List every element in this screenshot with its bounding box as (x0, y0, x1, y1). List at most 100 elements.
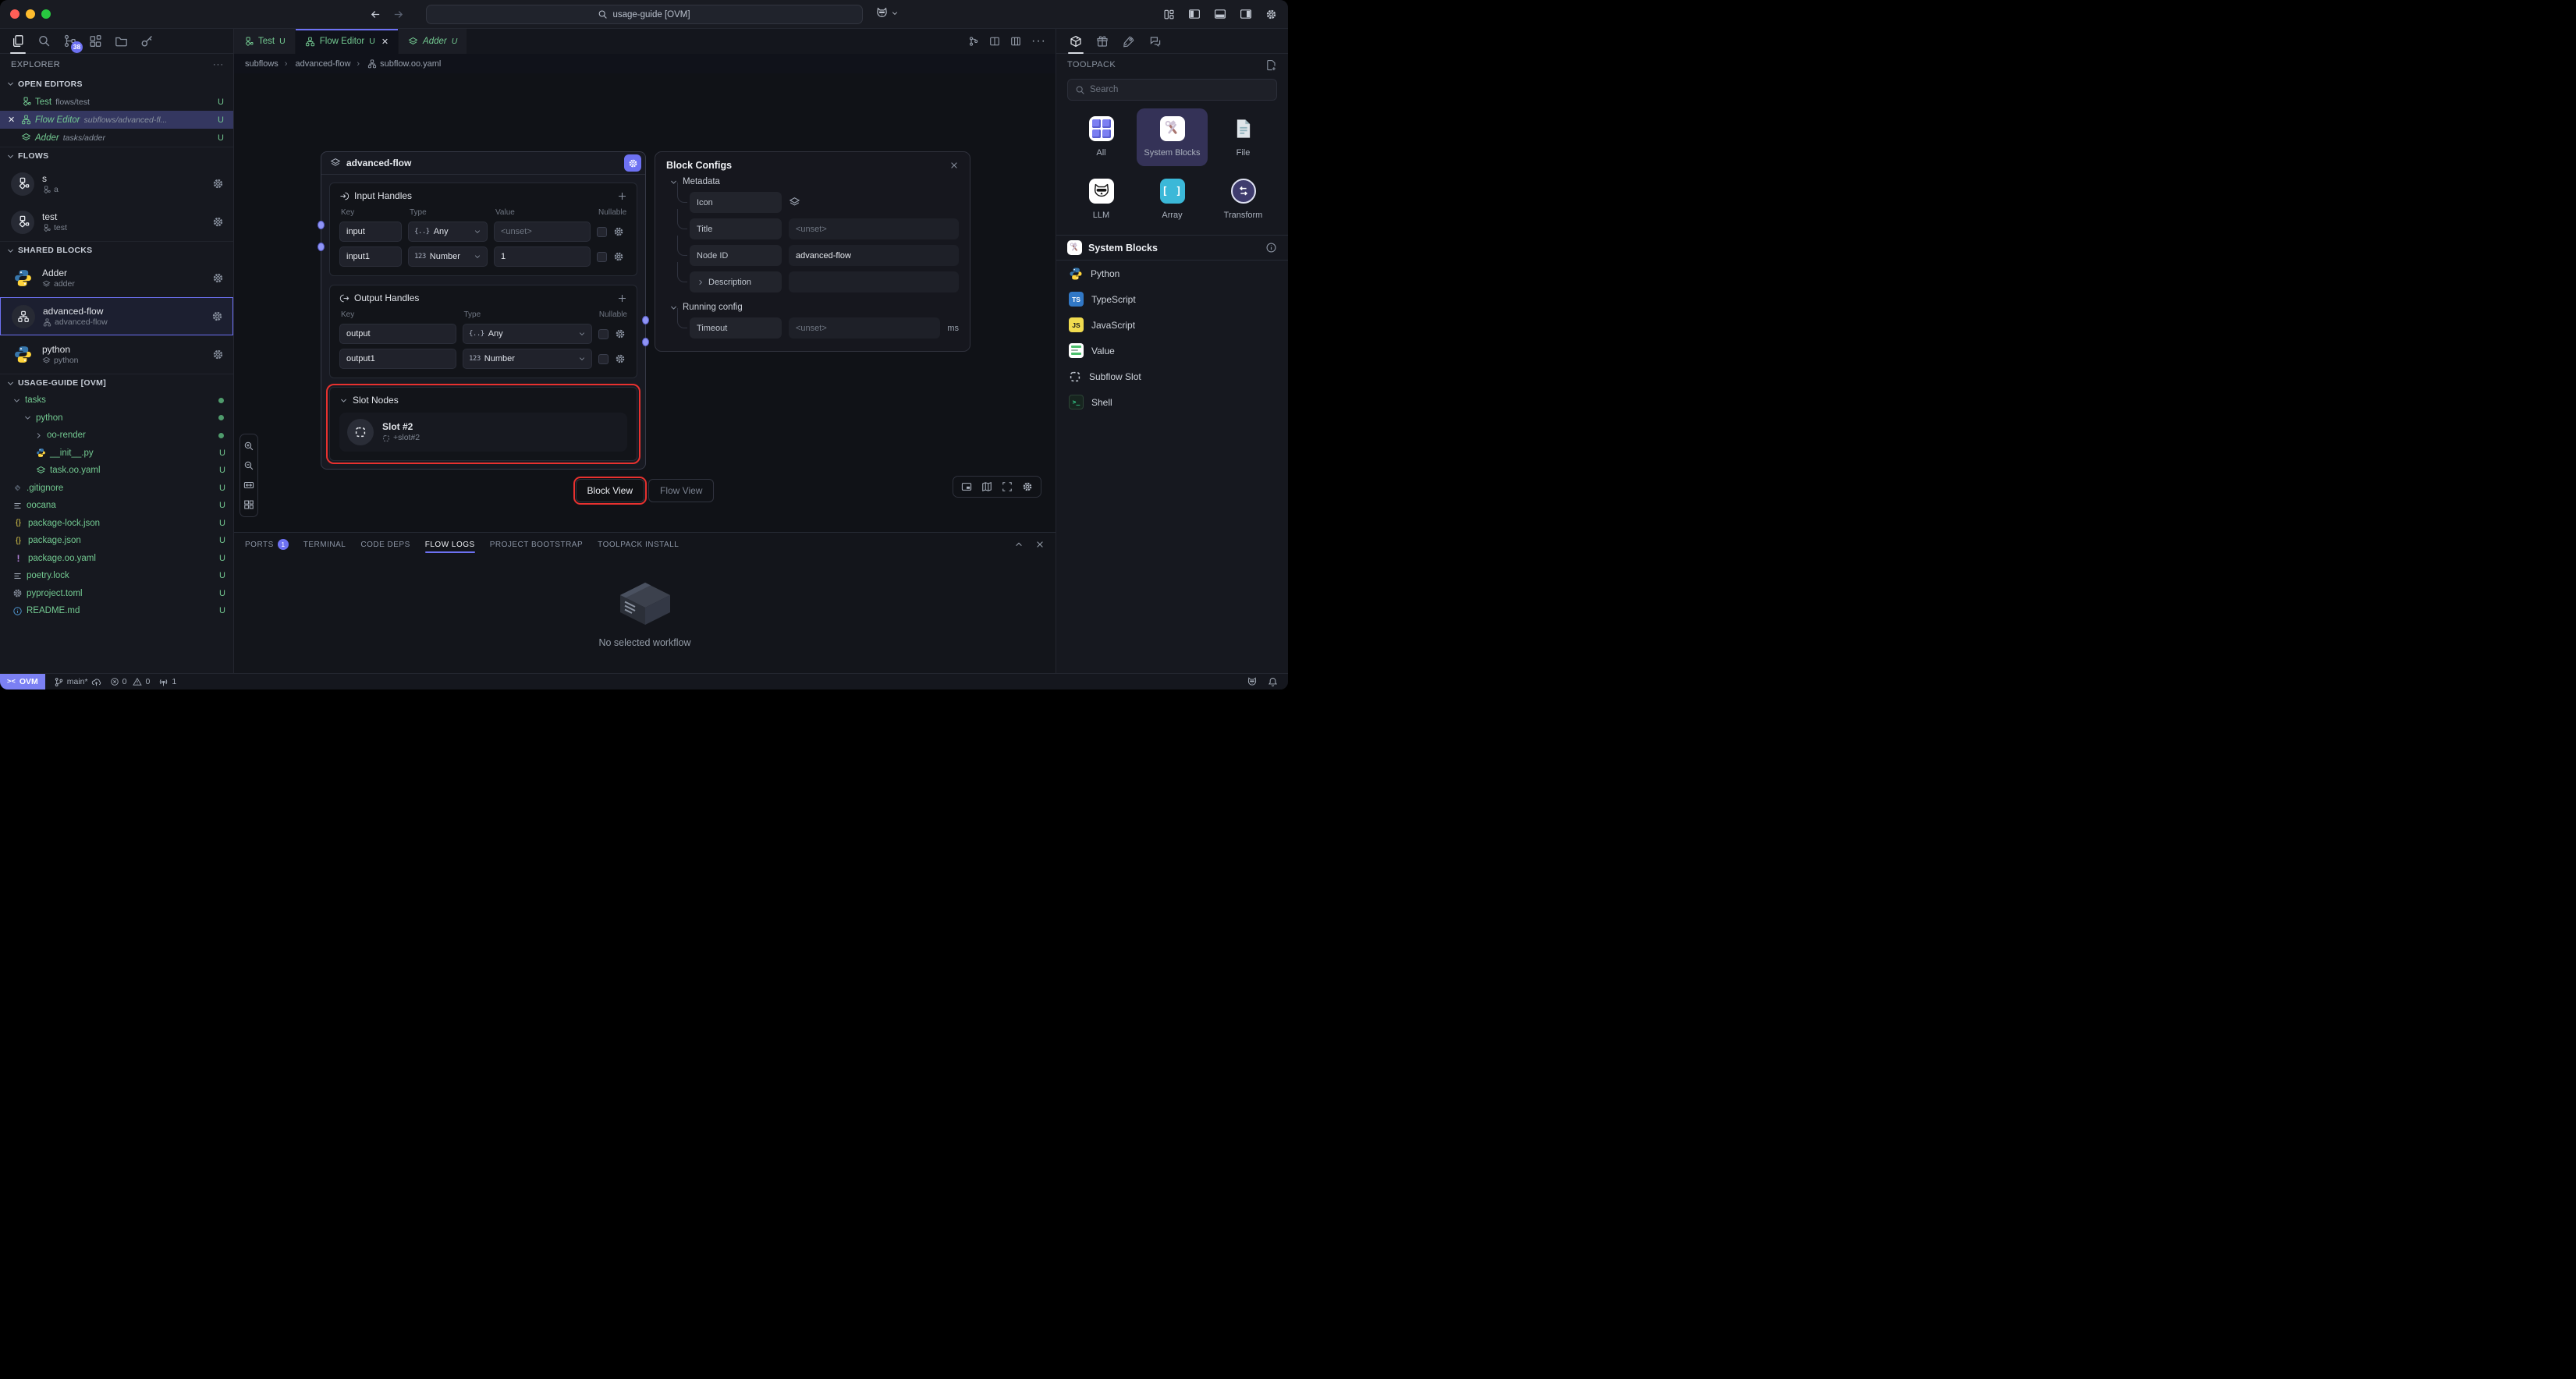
git-branch-indicator[interactable]: main* (54, 677, 101, 687)
metadata-group[interactable]: Metadata (669, 177, 959, 186)
nullable-checkbox[interactable] (598, 329, 609, 339)
tree-file-gitignore[interactable]: .gitignoreU (0, 480, 233, 498)
canvas-settings-gear-icon[interactable] (1022, 481, 1033, 492)
zoom-in-icon[interactable] (243, 441, 254, 452)
tree-file-pyproject-toml[interactable]: pyproject.tomlU (0, 585, 233, 603)
toolpack-search[interactable] (1067, 79, 1277, 101)
layout-columns-icon[interactable] (1010, 36, 1021, 47)
node-settings-button[interactable] (624, 154, 641, 172)
chevron-down-icon[interactable] (891, 9, 899, 17)
block-view-button[interactable]: Block View (576, 479, 644, 502)
extensions-view-icon[interactable] (85, 31, 105, 51)
layers-icon[interactable] (789, 197, 800, 208)
panel-tab-flow-logs[interactable]: FLOW LOGS (425, 533, 475, 556)
tree-file-poetry-lock[interactable]: poetry.lockU (0, 567, 233, 585)
tab-test[interactable]: Test U (234, 29, 296, 54)
assistant-cat-icon[interactable] (1247, 676, 1258, 687)
compare-icon[interactable] (968, 36, 979, 47)
toolpack-view-icon[interactable] (1066, 31, 1086, 51)
type-select[interactable]: 123 Number (463, 349, 592, 369)
category-transform[interactable]: Transform (1208, 171, 1279, 229)
add-input-handle-button[interactable] (617, 191, 627, 201)
description-label[interactable]: Description (690, 271, 782, 292)
flow-view-button[interactable]: Flow View (648, 479, 714, 502)
new-toolpack-icon[interactable] (1265, 59, 1277, 71)
forward-icon[interactable] (392, 9, 404, 20)
panel-tab-code-deps[interactable]: CODE DEPS (360, 533, 410, 556)
block-settings-gear-icon[interactable] (212, 349, 224, 360)
shared-block-advanced-flow[interactable]: advanced-flow advanced-flow (0, 297, 233, 335)
breadcrumb-subflow-oo-yaml[interactable]: subflow.oo.yaml (352, 59, 441, 69)
minimize-window-button[interactable] (26, 9, 35, 19)
split-editor-icon[interactable] (989, 36, 1000, 47)
search-view-icon[interactable] (34, 31, 54, 51)
system-block-typescript[interactable]: TS TypeScript (1056, 286, 1288, 312)
handle-settings-gear-icon[interactable] (613, 226, 624, 237)
input-port-handle[interactable] (318, 221, 325, 229)
type-select[interactable]: 123 Number (408, 246, 488, 267)
key-field[interactable]: input1 (339, 246, 402, 267)
folder-view-icon[interactable] (111, 31, 131, 51)
panel-tab-toolpack-install[interactable]: TOOLPACK INSTALL (598, 533, 679, 556)
timeout-value-field[interactable]: <unset> (789, 317, 940, 339)
block-settings-gear-icon[interactable] (211, 310, 223, 322)
tab-adder[interactable]: Adder U (399, 29, 467, 54)
system-block-value[interactable]: Value (1056, 338, 1288, 363)
title-value-field[interactable]: <unset> (789, 218, 959, 239)
nullable-checkbox[interactable] (598, 354, 609, 364)
flow-settings-gear-icon[interactable] (212, 178, 224, 190)
section-project[interactable]: USAGE-GUIDE [OVM] (0, 374, 233, 392)
notifications-bell-icon[interactable] (1268, 677, 1278, 687)
key-field[interactable]: output1 (339, 349, 456, 369)
open-editor-flow-editor[interactable]: ✕ Flow Editor subflows/advanced-fl... U (0, 111, 233, 129)
running-config-group[interactable]: Running config (669, 303, 959, 312)
gift-view-icon[interactable] (1092, 31, 1112, 51)
title-label[interactable]: Title (690, 218, 782, 239)
category-file[interactable]: File (1208, 108, 1279, 166)
value-field[interactable]: 1 (494, 246, 591, 267)
type-select[interactable]: {..} Any (408, 222, 488, 242)
system-block-shell[interactable]: >_ Shell (1056, 389, 1288, 415)
tree-file-package-lock-json[interactable]: {} package-lock.jsonU (0, 515, 233, 533)
fit-width-icon[interactable] (243, 480, 254, 491)
nullable-checkbox[interactable] (597, 252, 607, 262)
section-flows[interactable]: FLOWS (0, 147, 233, 165)
flow-settings-gear-icon[interactable] (212, 216, 224, 228)
slot-node-card[interactable]: Slot #2 +slot#2 (339, 413, 627, 452)
chevron-down-icon[interactable] (339, 396, 348, 405)
remote-indicator[interactable]: >< OVM (0, 674, 45, 690)
explorer-more-actions-icon[interactable]: ··· (213, 60, 224, 69)
key-field[interactable]: input (339, 222, 402, 242)
category-array[interactable]: [ ] Array (1137, 171, 1208, 229)
customize-layout-icon[interactable] (1163, 9, 1175, 20)
node-advanced-flow[interactable]: advanced-flow Input Handles (321, 151, 646, 470)
assistant-cat-icon[interactable] (875, 6, 889, 19)
back-icon[interactable] (370, 9, 381, 20)
close-panel-icon[interactable] (1035, 540, 1045, 549)
info-icon[interactable] (1265, 242, 1277, 253)
minimap-toggle-icon[interactable] (961, 481, 972, 492)
tree-folder-python[interactable]: python (0, 409, 233, 427)
tree-folder-oo-render[interactable]: oo-render (0, 427, 233, 445)
settings-gear-icon[interactable] (1265, 9, 1277, 20)
tree-file-oocana[interactable]: oocanaU (0, 497, 233, 515)
close-window-button[interactable] (10, 9, 20, 19)
toggle-sidebar-left-icon[interactable] (1188, 8, 1201, 20)
close-tab-icon[interactable]: ✕ (381, 37, 389, 47)
tree-file-package-oo-yaml[interactable]: ! package.oo.yamlU (0, 550, 233, 568)
handle-settings-gear-icon[interactable] (615, 353, 626, 364)
category-llm[interactable]: LLM (1066, 171, 1137, 229)
node-id-value-field[interactable]: advanced-flow (789, 245, 959, 266)
fit-view-icon[interactable] (1002, 481, 1013, 492)
toolpack-search-input[interactable] (1090, 85, 1269, 94)
open-editor-test[interactable]: ✕ Test flows/test U (0, 93, 233, 111)
tree-file-task-oo-yaml[interactable]: task.oo.yamlU (0, 462, 233, 480)
nullable-checkbox[interactable] (597, 227, 607, 237)
section-shared-blocks[interactable]: SHARED BLOCKS (0, 241, 233, 259)
flow-item-s[interactable]: s a (0, 165, 233, 203)
close-icon[interactable]: ✕ (8, 115, 17, 125)
breadcrumb-advanced-flow[interactable]: advanced-flow (280, 59, 351, 69)
explorer-view-icon[interactable] (8, 31, 28, 51)
flow-graph-view-icon[interactable]: 38 (59, 31, 80, 51)
open-editor-adder[interactable]: ✕ Adder tasks/adder U (0, 129, 233, 147)
